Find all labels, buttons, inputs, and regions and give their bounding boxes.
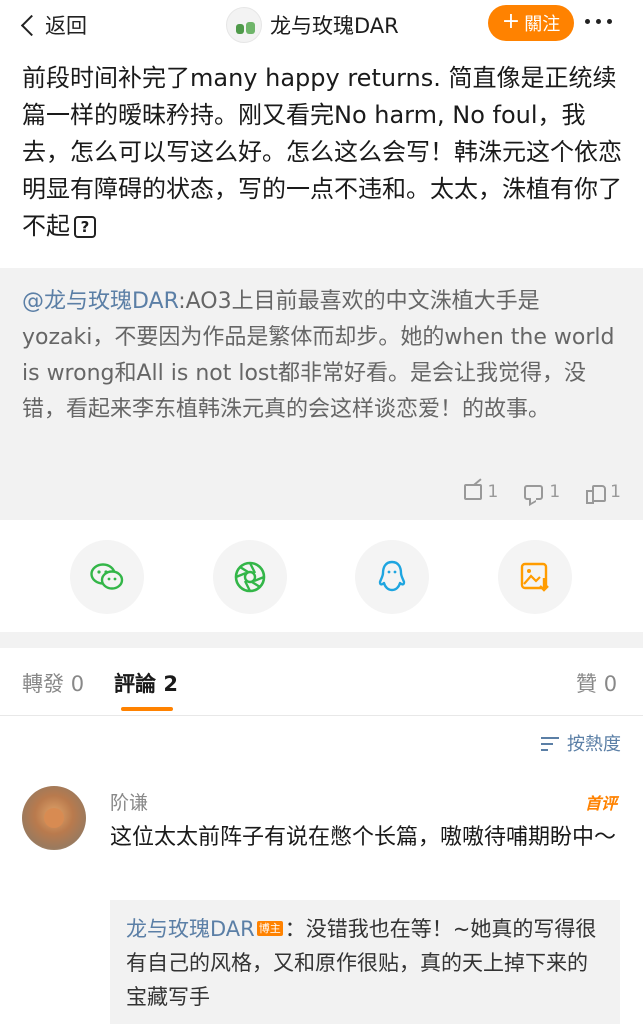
reposted-content[interactable]: @龙与玫瑰DAR:AO3上目前最喜欢的中文洙植大手是yozaki，不要因为作品是… xyxy=(0,268,643,520)
repost-like-button[interactable]: 1 xyxy=(586,482,621,504)
account-name[interactable]: 龙与玫瑰DAR xyxy=(270,10,399,40)
more-options-icon[interactable] xyxy=(585,19,612,24)
share-moments-button[interactable] xyxy=(213,540,287,614)
host-tag: 博主 xyxy=(256,921,283,936)
tab-likes-count: 0 xyxy=(603,672,618,696)
account-header[interactable]: 龙与玫瑰DAR xyxy=(226,6,399,44)
reply-text-block: 龙与玫瑰DAR 博主 ：没错我也在等！~她真的写得很有自己的风格，又和原作很贴，真的… xyxy=(126,912,608,1014)
share-icon xyxy=(463,484,482,500)
chevron-left-icon xyxy=(20,14,43,36)
comment-text: 这位太太前阵子有说在憋个长篇，嗷嗷待哺期盼中～ xyxy=(110,825,617,850)
tab-reposts-label: 轉發 xyxy=(22,672,64,696)
repost-like-count: 1 xyxy=(610,482,621,502)
plus-icon: + xyxy=(501,9,521,34)
sort-icon xyxy=(541,735,561,751)
reply-author[interactable]: 龙与玫瑰DAR xyxy=(126,917,255,941)
save-image-button[interactable] xyxy=(498,540,572,614)
share-qq-button[interactable] xyxy=(355,540,429,614)
tab-comments-count: 2 xyxy=(163,672,178,696)
sort-by-hot-button[interactable]: 按熱度 xyxy=(541,730,621,756)
share-wechat-button[interactable] xyxy=(70,540,144,614)
sort-label: 按熱度 xyxy=(567,734,621,755)
back-label: 返回 xyxy=(45,14,87,38)
follow-button[interactable]: + 關注 xyxy=(488,5,574,41)
tab-comments[interactable]: 評論 2 xyxy=(114,668,178,698)
save-image-icon xyxy=(520,562,549,592)
share-row xyxy=(0,520,643,632)
reply-box[interactable]: 龙与玫瑰DAR 博主 ：没错我也在等！~她真的写得很有自己的风格，又和原作很贴，真的… xyxy=(110,900,620,1024)
repost-mention-link[interactable]: @龙与玫瑰DAR xyxy=(22,289,178,314)
tab-reposts[interactable]: 轉發 0 xyxy=(22,668,84,698)
commenter-avatar[interactable] xyxy=(22,786,86,850)
repost-share-button[interactable]: 1 xyxy=(463,482,499,502)
interaction-tabs: 轉發 0 評論 2 贊 0 xyxy=(0,648,643,716)
thumbs-up-icon xyxy=(586,484,607,504)
back-button[interactable]: 返回 xyxy=(18,8,87,42)
tab-likes[interactable]: 贊 0 xyxy=(576,668,617,698)
question-box-icon: ? xyxy=(74,216,96,238)
follow-label: 關注 xyxy=(524,14,561,35)
repost-text-block: @龙与玫瑰DAR:AO3上目前最喜欢的中文洙植大手是yozaki，不要因为作品是… xyxy=(22,284,622,428)
commenter-name[interactable]: 阶谦 xyxy=(110,788,148,815)
repost-comment-count: 1 xyxy=(549,482,561,502)
account-avatar[interactable] xyxy=(226,7,262,43)
tab-reposts-count: 0 xyxy=(70,672,85,696)
tab-likes-label: 贊 xyxy=(576,672,597,696)
repost-comment-button[interactable]: 1 xyxy=(524,482,560,502)
wechat-icon xyxy=(90,563,124,590)
comment-item: 阶谦 首评 这位太太前阵子有说在憋个长篇，嗷嗷待哺期盼中～ 龙与玫瑰DAR 博主：… xyxy=(0,778,643,1024)
tab-comments-label: 評論 xyxy=(114,672,156,696)
first-comment-badge: 首评 xyxy=(584,794,617,813)
post-body: 前段时间补完了many happy returns. 简直像是正统续篇一样的暧昧… xyxy=(22,60,622,245)
active-tab-indicator xyxy=(121,707,173,711)
repost-stats: 1 1 1 xyxy=(463,482,621,504)
top-nav-bar: 返回 龙与玫瑰DAR + 關注 xyxy=(0,0,643,50)
section-divider xyxy=(0,632,643,648)
moments-icon xyxy=(234,561,266,593)
qq-icon xyxy=(378,560,406,592)
comment-icon xyxy=(524,484,544,500)
post-text: 前段时间补完了many happy returns. 简直像是正统续篇一样的暧昧… xyxy=(22,64,622,240)
repost-share-count: 1 xyxy=(487,482,499,502)
